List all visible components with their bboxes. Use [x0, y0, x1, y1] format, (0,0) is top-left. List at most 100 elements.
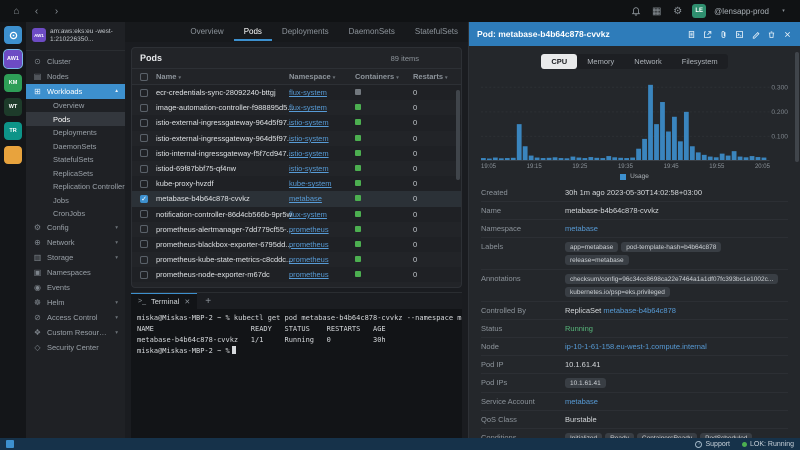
pod-row-notification-controller-86d4cb566b-9pr5w[interactable]: notification-controller-86d4cb566b-9pr5w…	[132, 206, 461, 222]
account-name[interactable]: @lensapp-prod	[714, 7, 769, 16]
row-checkbox[interactable]	[140, 255, 148, 264]
sidebar-item-jobs[interactable]: Jobs	[26, 193, 125, 207]
account-chevron-down-icon[interactable]: ▾	[777, 8, 790, 14]
sidebar-item-custom-resources[interactable]: ❖ Custom Resources ▾	[26, 325, 125, 340]
nav-forward-icon[interactable]: ›	[50, 6, 63, 17]
namespace-link[interactable]: prometheus	[289, 270, 329, 279]
pods-scrollbar[interactable]	[456, 90, 460, 180]
sidebar-item-cronjobs[interactable]: CronJobs	[26, 207, 125, 221]
statusbar-logo[interactable]	[6, 440, 14, 448]
sidebar-item-replicasets[interactable]: ReplicaSets	[26, 166, 125, 180]
detail-scrollbar[interactable]	[795, 52, 799, 162]
pod-row-metabase-b4b64c878-cvvkz[interactable]: ✓ metabase-b4b64c878-cvvkz metabase 0	[132, 191, 461, 207]
namespace-link[interactable]: istio-system	[289, 118, 329, 127]
sidebar-item-replication-controllers[interactable]: Replication Controllers	[26, 180, 125, 194]
pod-row-istio-external-ingressgateway-964d5f97[interactable]: istio-external-ingressgateway-964d5f97..…	[132, 131, 461, 146]
home-icon[interactable]: ⌂	[10, 6, 23, 17]
extensions-grid-icon[interactable]: ▦	[650, 6, 663, 17]
column-header-namespace[interactable]: Namespace ▾	[289, 72, 355, 81]
tab-pods[interactable]: Pods	[233, 23, 272, 41]
detail-link[interactable]: metabase-b4b64c878	[603, 306, 676, 315]
sidebar-item-config[interactable]: ⚙ Config ▾	[26, 220, 125, 235]
sidebar-item-helm[interactable]: ☸ Helm ▾	[26, 295, 125, 310]
namespace-link[interactable]: istio-system	[289, 164, 329, 173]
sidebar-item-security-center[interactable]: ◇ Security Center	[26, 340, 125, 355]
sidebar-item-deployments[interactable]: Deployments	[26, 126, 125, 140]
row-checkbox[interactable]	[140, 210, 148, 219]
sidebar-cluster-header[interactable]: AW1 am:aws:eks:eu -west- 1:210226350...	[26, 26, 125, 51]
sidebar-item-access-control[interactable]: ⊘ Access Control ▾	[26, 310, 125, 325]
sidebar-item-cluster[interactable]: ⊙ Cluster	[26, 54, 125, 69]
detail-link[interactable]: metabase	[565, 397, 598, 406]
column-header-name[interactable]: Name ▾	[156, 72, 289, 81]
tab-daemonsets[interactable]: DaemonSets	[339, 23, 405, 41]
namespace-link[interactable]: metabase	[289, 194, 322, 203]
sidebar-item-namespaces[interactable]: ▣ Namespaces	[26, 265, 125, 280]
settings-gear-icon[interactable]: ⚙	[671, 6, 684, 17]
nav-back-icon[interactable]: ‹	[30, 6, 43, 17]
row-checkbox[interactable]	[140, 134, 148, 143]
namespace-link[interactable]: prometheus	[289, 255, 329, 264]
pod-row-istio-external-ingressgateway-964d5f97[interactable]: istio-external-ingressgateway-964d5f97..…	[132, 115, 461, 131]
pod-row-prometheus-kube-state-metrics-c8cddc[interactable]: prometheus-kube-state-metrics-c8cddc... p…	[132, 252, 461, 267]
account-avatar[interactable]: LE	[692, 4, 707, 18]
tab-overview[interactable]: Overview	[180, 23, 233, 41]
metric-tab-filesystem[interactable]: Filesystem	[671, 54, 728, 69]
row-checkbox[interactable]	[140, 88, 148, 97]
row-checkbox[interactable]	[140, 118, 148, 127]
delete-icon[interactable]	[767, 30, 776, 39]
sidebar-item-daemonsets[interactable]: DaemonSets	[26, 139, 125, 153]
detail-link[interactable]: metabase	[565, 224, 598, 233]
tab-statefulsets[interactable]: StatefulSets	[405, 23, 468, 41]
terminal-tab-close-icon[interactable]: ✕	[184, 298, 190, 306]
tab-deployments[interactable]: Deployments	[272, 23, 339, 41]
pod-row-istiod-69f87bbf75-qf4nw[interactable]: istiod-69f87bbf75-qf4nw istio-system 0	[132, 161, 461, 176]
sidebar-item-network[interactable]: ⊕ Network ▾	[26, 235, 125, 250]
sidebar-item-storage[interactable]: ▥ Storage ▾	[26, 250, 125, 265]
cluster-badge-wt[interactable]: WT	[4, 98, 22, 116]
shell-icon[interactable]	[735, 30, 744, 39]
edit-icon[interactable]	[751, 30, 760, 39]
row-checkbox[interactable]	[140, 103, 148, 112]
row-checkbox[interactable]	[140, 240, 148, 249]
detail-link[interactable]: ip-10-1-61-158.eu-west-1.compute.interna…	[565, 342, 707, 351]
metric-tab-memory[interactable]: Memory	[577, 54, 625, 69]
sidebar-item-statefulsets[interactable]: StatefulSets	[26, 153, 125, 167]
row-checkbox[interactable]: ✓	[140, 194, 148, 203]
close-icon[interactable]	[783, 30, 792, 39]
row-checkbox[interactable]	[140, 270, 148, 279]
cluster-badge-tr[interactable]: TR	[4, 122, 22, 140]
cluster-status[interactable]: LOK: Running	[742, 441, 794, 448]
notifications-bell-icon[interactable]	[629, 6, 642, 16]
pod-row-istio-internal-ingressgateway-f5f7cd947[interactable]: istio-internal-ingressgateway-f5f7cd947.…	[132, 145, 461, 161]
row-checkbox[interactable]	[140, 149, 148, 158]
namespace-link[interactable]: istio-system	[289, 134, 329, 143]
namespace-link[interactable]: flux-system	[289, 210, 327, 219]
logs-icon[interactable]	[687, 30, 696, 39]
attach-icon[interactable]	[719, 30, 728, 39]
namespace-link[interactable]: kube-system	[289, 179, 332, 188]
pod-row-prometheus-alertmanager-7dd779cf55[interactable]: prometheus-alertmanager-7dd779cf55-... pr…	[132, 222, 461, 237]
pod-row-image-automation-controller-f988895d5[interactable]: image-automation-controller-f988895d5...…	[132, 100, 461, 115]
new-terminal-tab-button[interactable]: +	[199, 296, 217, 307]
terminal-tab[interactable]: >_ Terminal ✕	[131, 293, 198, 309]
column-header-restarts[interactable]: Restarts ▾	[413, 72, 453, 81]
sidebar-item-events[interactable]: ◉ Events	[26, 280, 125, 295]
sidebar-item-overview[interactable]: Overview	[26, 99, 125, 113]
pod-row-ecr-credentials-sync-28092240-bttgj[interactable]: ecr-credentials-sync-28092240-bttgj flux-…	[132, 85, 461, 101]
sidebar-item-workloads[interactable]: ⊞ Workloads ▴	[26, 83, 125, 99]
namespace-link[interactable]: prometheus	[289, 225, 329, 234]
namespace-link[interactable]: istio-system	[289, 149, 329, 158]
column-header-containers[interactable]: Containers ▾	[355, 72, 413, 81]
namespace-link[interactable]: flux-system	[289, 103, 327, 112]
row-checkbox[interactable]	[140, 164, 148, 173]
cluster-badge-cluster[interactable]	[4, 146, 22, 164]
pod-row-prometheus-blackbox-exporter-6795dd[interactable]: prometheus-blackbox-exporter-6795dd... pr…	[132, 236, 461, 253]
row-checkbox[interactable]	[140, 179, 148, 188]
lens-logo[interactable]	[4, 26, 22, 44]
select-all-checkbox[interactable]	[140, 72, 148, 81]
namespace-link[interactable]: flux-system	[289, 88, 327, 97]
pod-row-prometheus-node-exporter-m67dc[interactable]: prometheus-node-exporter-m67dc prometheus…	[132, 267, 461, 283]
row-checkbox[interactable]	[140, 225, 148, 234]
metric-tab-cpu[interactable]: CPU	[541, 54, 578, 69]
